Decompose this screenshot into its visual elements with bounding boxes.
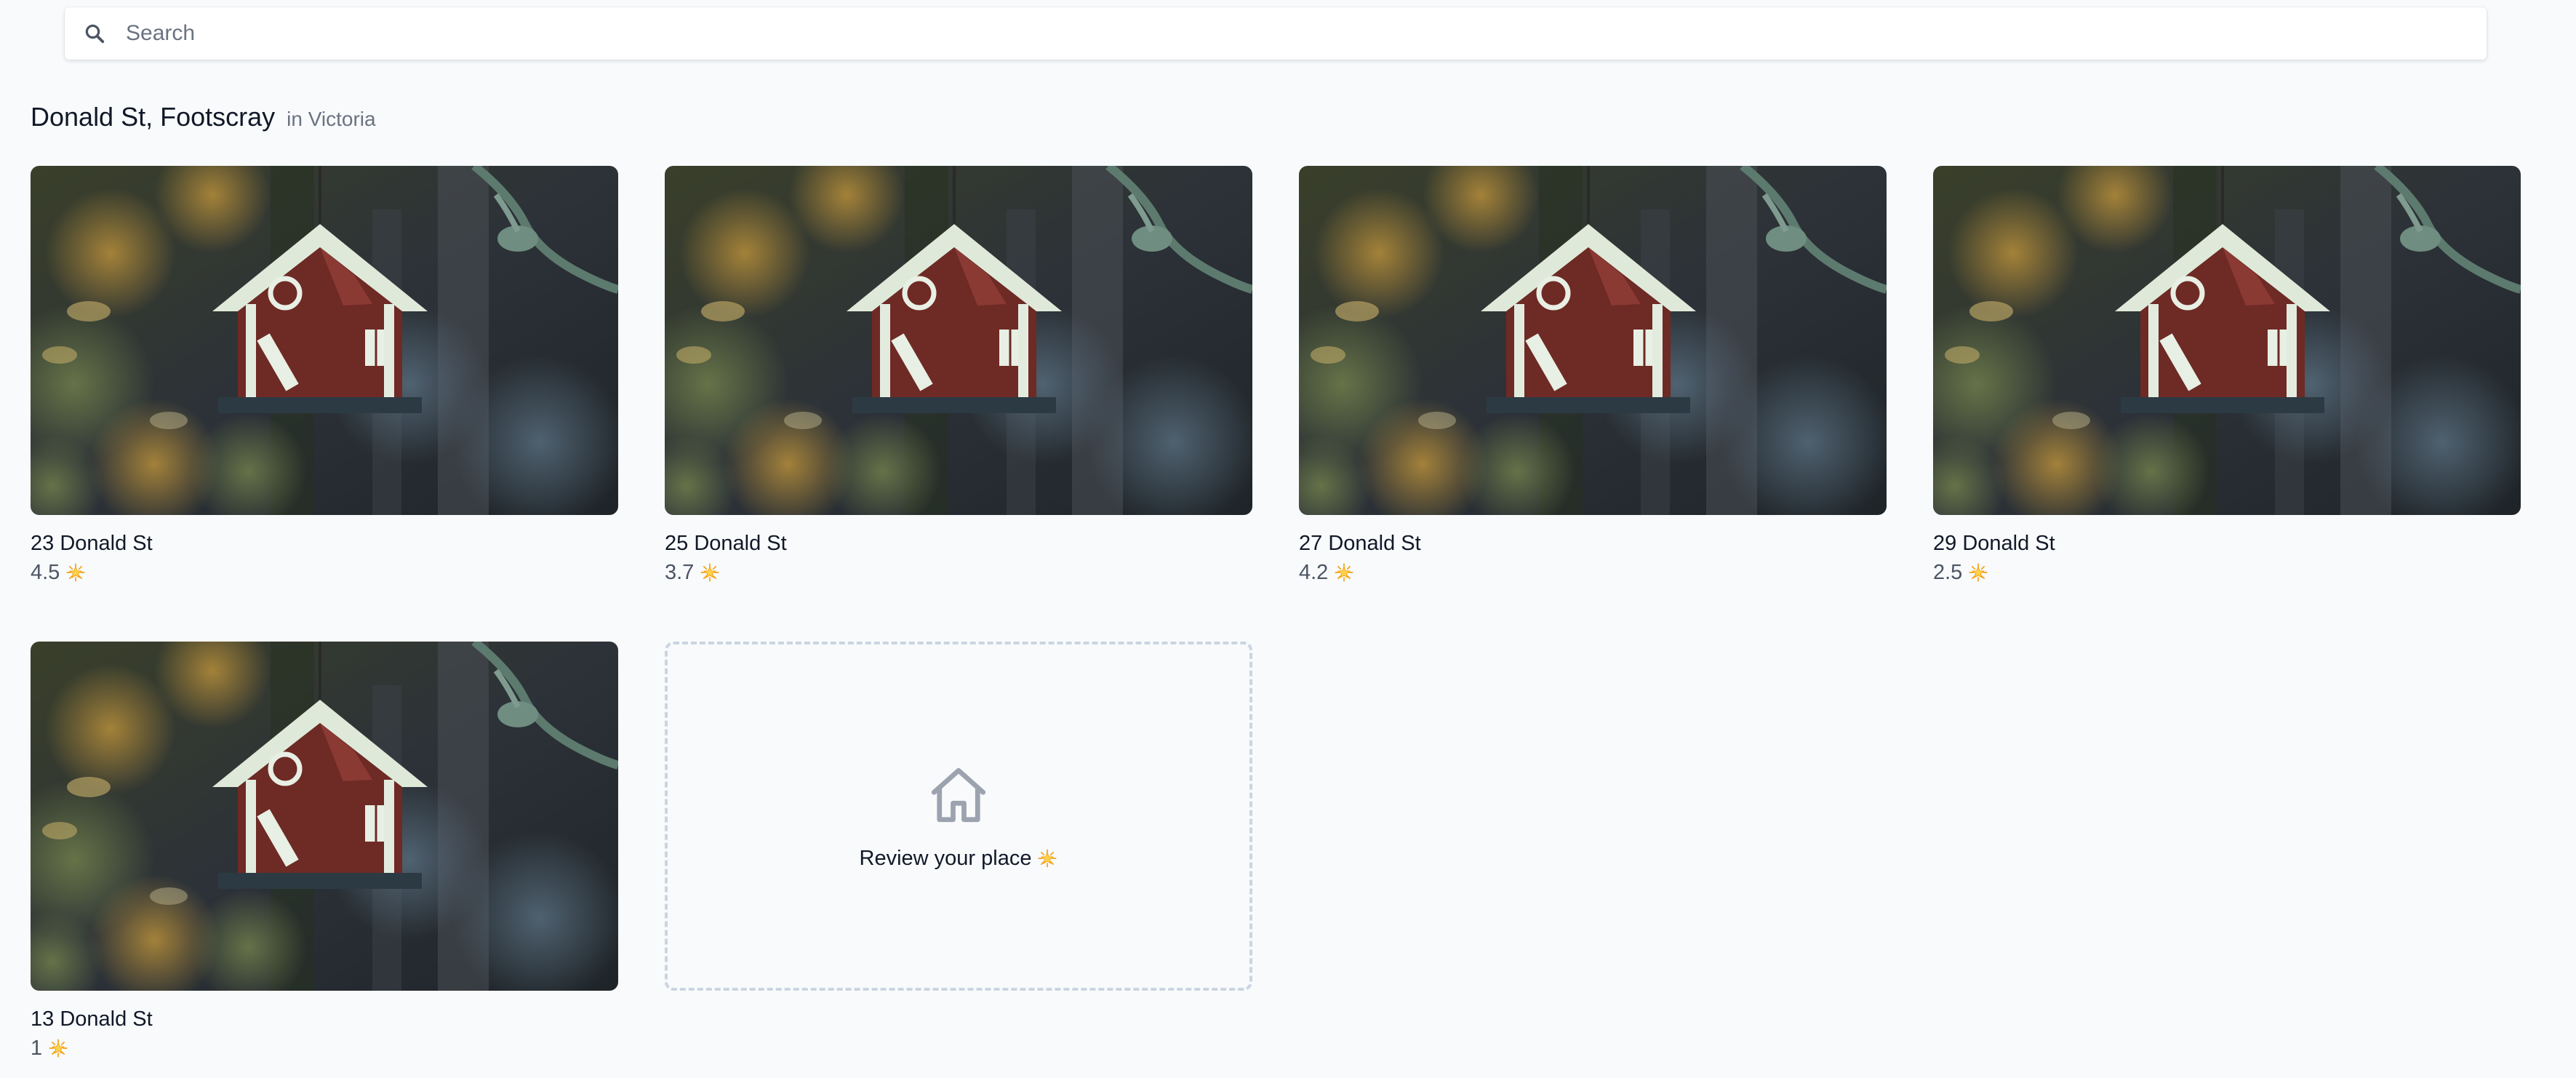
street-title: Donald St, Footscray [31, 102, 276, 132]
rating-value: 4.2 [1299, 561, 1329, 584]
place-photo[interactable] [1933, 166, 2521, 515]
place-name: 27 Donald St [1299, 532, 1421, 555]
star-icon [700, 562, 720, 583]
place-rating: 4.5 [31, 560, 618, 585]
star-icon [1037, 848, 1057, 869]
star-icon [48, 1038, 68, 1058]
place-name: 25 Donald St [665, 532, 787, 555]
location-heading: Donald St, Footscray in Victoria [31, 102, 376, 132]
place-rating: 2.5 [1933, 560, 2521, 585]
rating-value: 4.5 [31, 561, 60, 584]
star-icon [65, 562, 86, 583]
place-card[interactable]: 23 Donald St 4.5 [31, 166, 618, 585]
review-label-text: Review your place [859, 846, 1032, 870]
search-icon [81, 20, 108, 47]
place-photo[interactable] [31, 166, 618, 515]
rating-value: 3.7 [665, 561, 695, 584]
review-label: Review your place [860, 847, 1058, 871]
place-card[interactable]: 27 Donald St 4.2 [1299, 166, 1887, 585]
place-rating: 3.7 [665, 560, 1252, 585]
region-label: in Victoria [287, 108, 376, 130]
search-input[interactable] [124, 20, 2418, 47]
search-bar[interactable] [65, 7, 2487, 60]
rating-value: 1 [31, 1037, 43, 1060]
page: Donald St, Footscray in Victoria 23 Dona… [0, 0, 2576, 1078]
star-icon [1968, 562, 1988, 583]
place-card[interactable]: 13 Donald St 1 [31, 642, 618, 1061]
review-your-place-button[interactable]: Review your place [665, 642, 1252, 991]
place-photo[interactable] [1299, 166, 1887, 515]
place-name: 13 Donald St [31, 1007, 153, 1031]
place-name: 29 Donald St [1933, 532, 2055, 555]
place-card[interactable]: 29 Donald St 2.5 [1933, 166, 2521, 585]
home-icon [931, 767, 986, 822]
place-photo[interactable] [31, 642, 618, 991]
place-name: 23 Donald St [31, 532, 153, 555]
place-rating: 4.2 [1299, 560, 1887, 585]
place-photo[interactable] [665, 166, 1252, 515]
rating-value: 2.5 [1933, 561, 1963, 584]
place-rating: 1 [31, 1036, 618, 1061]
star-icon [1334, 562, 1354, 583]
places-grid: 23 Donald St 4.5 25 Donald St 3.7 27 Don… [31, 166, 2524, 1061]
place-card[interactable]: 25 Donald St 3.7 [665, 166, 1252, 585]
